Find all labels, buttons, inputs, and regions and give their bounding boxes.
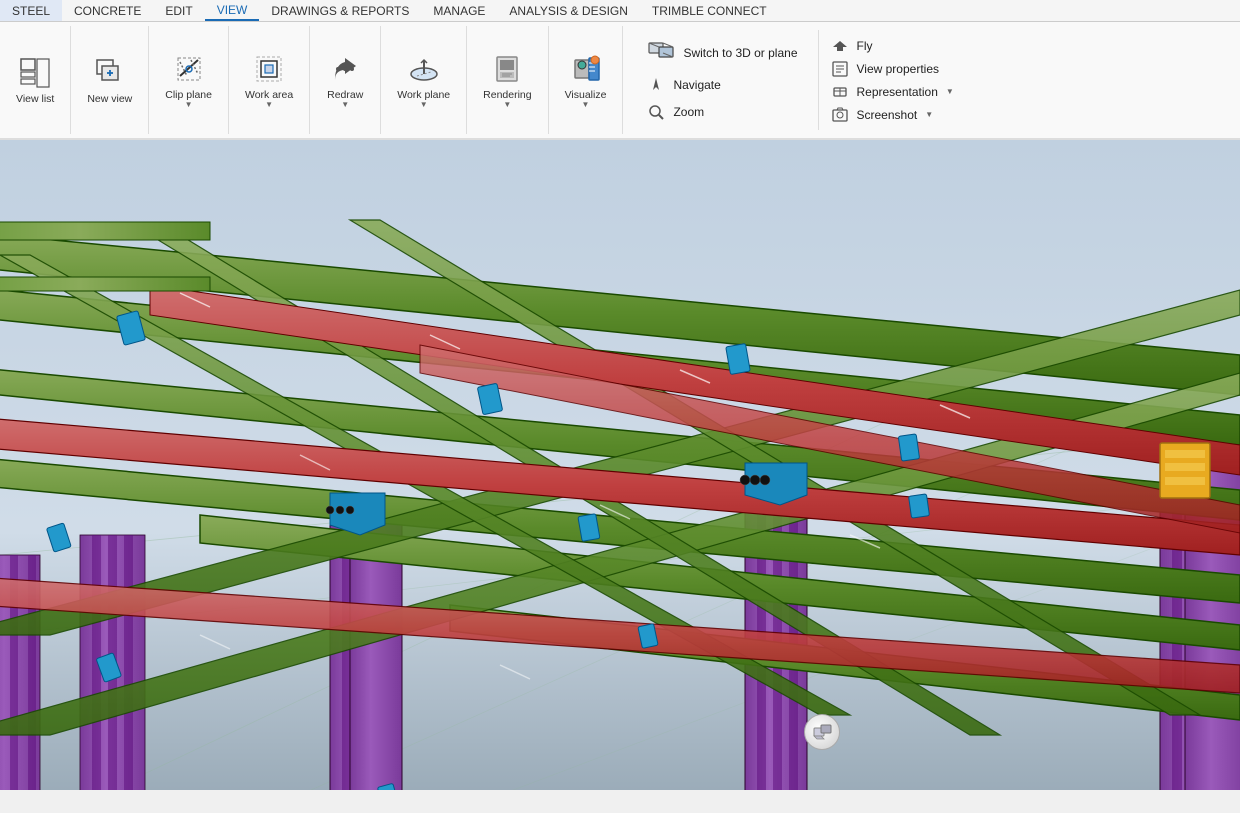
- screenshot-label: Screenshot: [857, 108, 918, 122]
- menu-edit[interactable]: EDIT: [153, 0, 204, 21]
- view-properties-button[interactable]: View properties: [827, 58, 958, 80]
- menu-drawings-reports[interactable]: DRAWINGS & REPORTS: [259, 0, 421, 21]
- view-list-button[interactable]: View list: [10, 51, 60, 110]
- menu-steel[interactable]: STEEL: [0, 0, 62, 21]
- scene-svg: [0, 140, 1240, 790]
- rendering-button[interactable]: Rendering ▼: [477, 47, 537, 113]
- work-plane-dropdown[interactable]: ▼: [420, 100, 428, 109]
- menu-manage[interactable]: MANAGE: [421, 0, 497, 21]
- viewport[interactable]: [0, 140, 1240, 790]
- clip-plane-dropdown[interactable]: ▼: [185, 100, 193, 109]
- visualize-dropdown[interactable]: ▼: [582, 100, 590, 109]
- representation-label: Representation: [857, 85, 938, 99]
- ribbon-group-redraw: Redraw ▼: [310, 26, 381, 134]
- visualize-icon: [568, 51, 604, 87]
- navigate-icon: [647, 76, 665, 94]
- zoom-label: Zoom: [673, 105, 704, 119]
- menu-bar: STEEL CONCRETE EDIT VIEW DRAWINGS & REPO…: [0, 0, 1240, 22]
- view-list-label: View list: [16, 93, 54, 106]
- new-view-button[interactable]: New view: [81, 51, 138, 110]
- clip-plane-button[interactable]: Clip plane ▼: [159, 47, 218, 113]
- representation-dropdown[interactable]: ▼: [946, 87, 954, 96]
- visualize-button[interactable]: Visualize ▼: [559, 47, 613, 113]
- screenshot-dropdown[interactable]: ▼: [925, 110, 933, 119]
- view-properties-label: View properties: [857, 62, 940, 76]
- switch-3d-icon: [647, 39, 675, 67]
- redraw-icon: [327, 51, 363, 87]
- menu-concrete[interactable]: CONCRETE: [62, 0, 153, 21]
- representation-icon: [831, 83, 849, 101]
- new-view-icon: [92, 55, 128, 91]
- ribbon-right-section: Switch to 3D or plane Navigate Zoom: [623, 26, 1240, 134]
- ribbon-group-new-view: New view: [71, 26, 149, 134]
- ribbon: View list New view: [0, 22, 1240, 140]
- ribbon-group-rendering: Rendering ▼: [467, 26, 548, 134]
- switch-3d-label: Switch to 3D or plane: [683, 46, 797, 60]
- clip-plane-icon: [171, 51, 207, 87]
- fly-icon: [831, 37, 849, 55]
- ribbon-group-work-area: Work area ▼: [229, 26, 310, 134]
- work-area-dropdown[interactable]: ▼: [265, 100, 273, 109]
- redraw-button[interactable]: Redraw ▼: [320, 47, 370, 113]
- fly-label: Fly: [857, 39, 873, 53]
- menu-view[interactable]: VIEW: [205, 0, 260, 21]
- work-area-button[interactable]: Work area ▼: [239, 47, 299, 113]
- ribbon-group-visualize: Visualize ▼: [549, 26, 624, 134]
- zoom-button[interactable]: Zoom: [643, 101, 801, 123]
- navigate-label: Navigate: [673, 78, 720, 92]
- screenshot-button[interactable]: Screenshot ▼: [827, 104, 958, 126]
- menu-analysis-design[interactable]: ANALYSIS & DESIGN: [497, 0, 639, 21]
- ribbon-group-view-list: View list: [0, 26, 71, 134]
- work-plane-icon: [406, 51, 442, 87]
- redraw-dropdown[interactable]: ▼: [341, 100, 349, 109]
- ribbon-group-work-plane: Work plane ▼: [381, 26, 467, 134]
- screenshot-icon: [831, 106, 849, 124]
- navigate-button[interactable]: Navigate: [643, 74, 801, 96]
- ribbon-group-clip-plane: Clip plane ▼: [149, 26, 229, 134]
- view-list-icon: [17, 55, 53, 91]
- rendering-icon: [489, 51, 525, 87]
- new-view-label: New view: [87, 93, 132, 106]
- zoom-icon: [647, 103, 665, 121]
- work-area-icon: [251, 51, 287, 87]
- fly-button[interactable]: Fly: [827, 35, 958, 57]
- menu-trimble-connect[interactable]: TRIMBLE CONNECT: [640, 0, 779, 21]
- representation-button[interactable]: Representation ▼: [827, 81, 958, 103]
- nav-cube[interactable]: [804, 714, 840, 750]
- switch-3d-button[interactable]: Switch to 3D or plane: [643, 37, 801, 69]
- rendering-dropdown[interactable]: ▼: [503, 100, 511, 109]
- view-properties-icon: [831, 60, 849, 78]
- work-plane-button[interactable]: Work plane ▼: [391, 47, 456, 113]
